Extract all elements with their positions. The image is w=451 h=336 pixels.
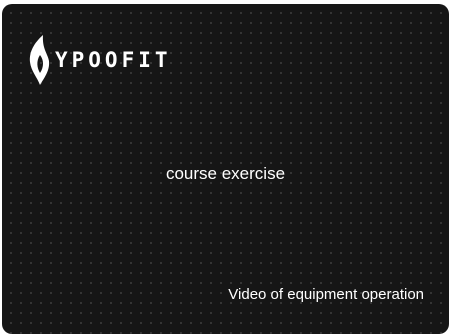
course-exercise-label[interactable]: course exercise [2, 164, 449, 184]
splash-card: YPOOFIT course exercise Video of equipme… [2, 4, 449, 334]
equipment-video-link[interactable]: Video of equipment operation [228, 286, 424, 303]
brand-logo: YPOOFIT [26, 32, 172, 88]
flame-logo-icon [29, 35, 50, 85]
brand-name: YPOOFIT [55, 48, 172, 72]
